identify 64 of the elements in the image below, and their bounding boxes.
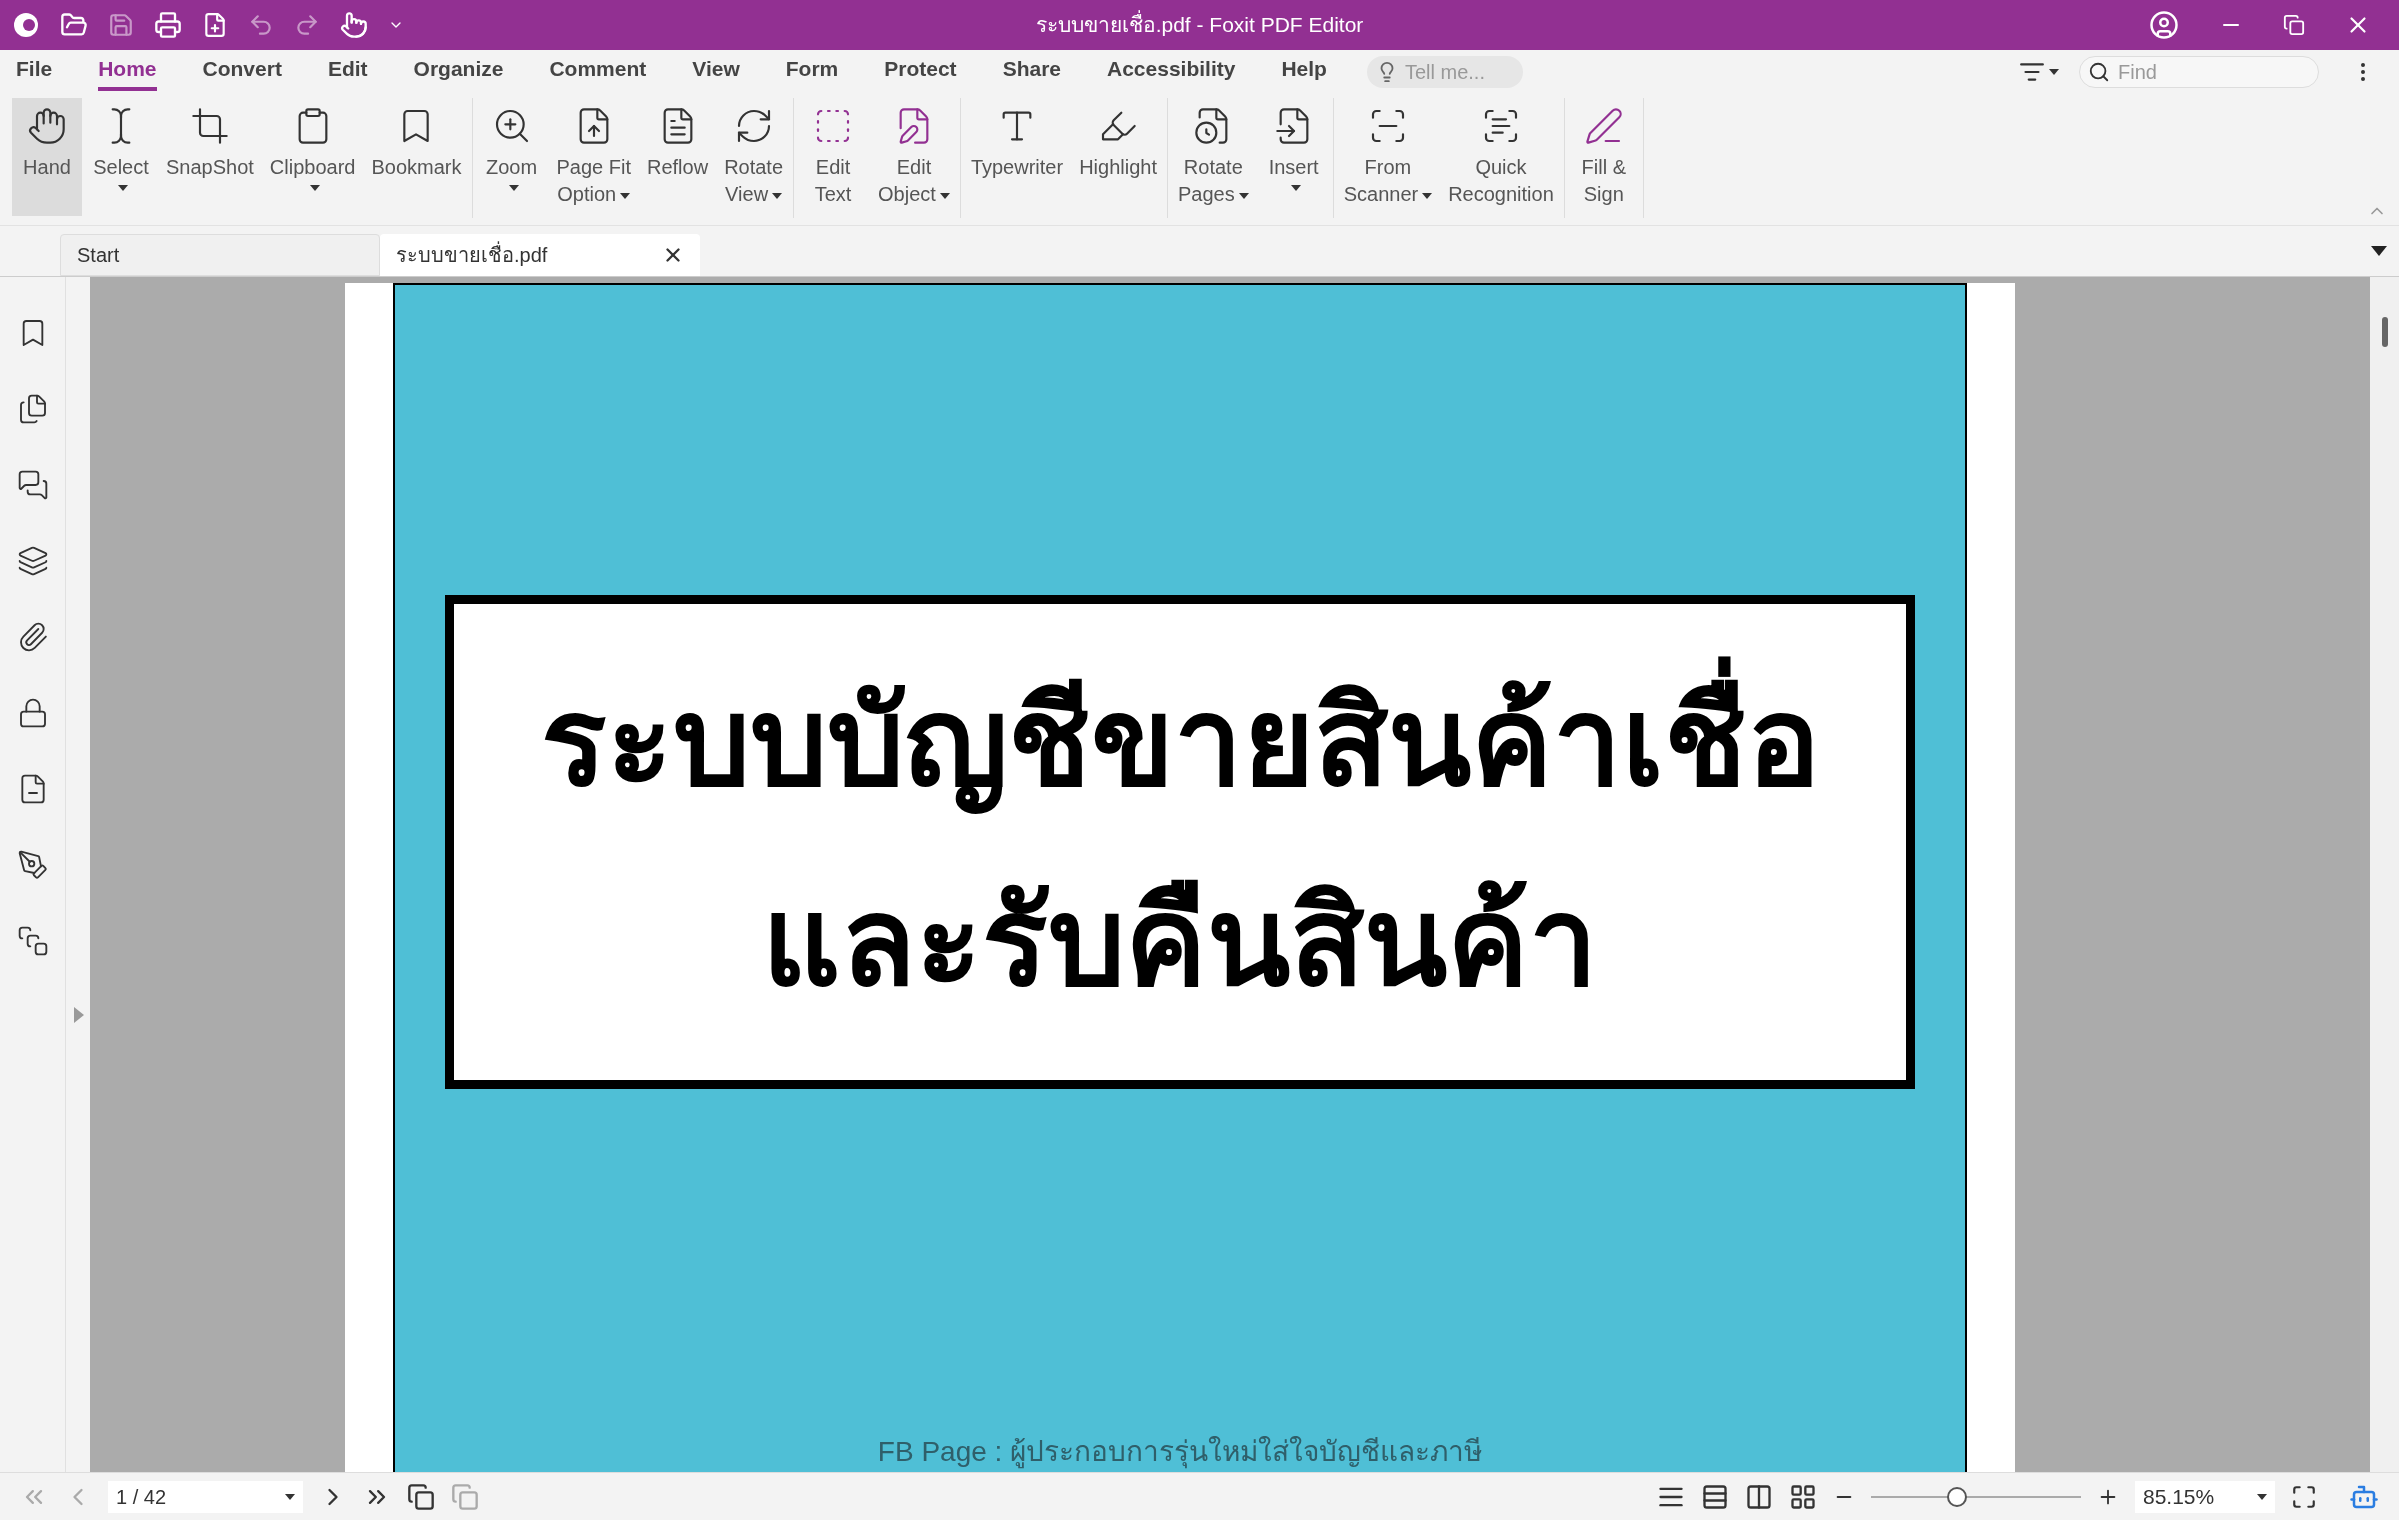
document-tab[interactable]: Start	[60, 234, 380, 276]
ribbon-button[interactable]: Rotate View	[718, 98, 790, 216]
slide-footer: FB Page : ผู้ประกอบการรุ่นใหม่ใส่ใจบัญชีและภาษี	[877, 1431, 1483, 1472]
ribbon-button[interactable]: SnapShot	[160, 98, 260, 216]
ribbon-button[interactable]: Quick Recognition	[1442, 98, 1560, 216]
slide-title: และรับคืนสินค้า	[762, 873, 1598, 1012]
continuous-page-icon[interactable]	[1701, 1482, 1729, 1511]
app-logo-icon[interactable]	[12, 11, 40, 39]
menu-tab[interactable]: Share	[1002, 53, 1061, 91]
menu-tab[interactable]: Convert	[202, 53, 282, 91]
pen-icon[interactable]	[16, 849, 49, 881]
restore-icon[interactable]	[2283, 14, 2305, 36]
menu-tab[interactable]: Comment	[549, 53, 647, 91]
menu-tab[interactable]: Organize	[413, 53, 504, 91]
ribbon-button[interactable]: Page Fit Option	[550, 98, 637, 216]
menu-tab[interactable]: View	[692, 53, 740, 91]
new-file-icon[interactable]	[202, 12, 228, 38]
comments-icon[interactable]	[16, 469, 49, 501]
expand-panel-icon[interactable]	[74, 1006, 84, 1023]
caret-icon	[2257, 1493, 2267, 1500]
facing-pages-icon[interactable]	[1745, 1482, 1773, 1511]
menu-tab[interactable]: Protect	[884, 53, 957, 91]
menu-tab[interactable]: File	[16, 53, 53, 91]
ribbon-button[interactable]: Bookmark	[365, 98, 468, 216]
continuous-facing-icon[interactable]	[1789, 1482, 1817, 1511]
pen-icon	[1583, 106, 1624, 146]
previous-view-icon[interactable]	[407, 1482, 435, 1511]
print-icon[interactable]	[154, 11, 182, 39]
tell-me-field[interactable]: Tell me...	[1366, 56, 1523, 88]
caret-icon	[285, 1493, 295, 1500]
ribbon-button[interactable]: Reflow	[641, 98, 715, 216]
zoom-slider-thumb[interactable]	[1947, 1486, 1968, 1507]
zoom-field[interactable]: 85.15%	[2135, 1480, 2275, 1513]
ribbon-button[interactable]: Edit Object	[872, 98, 956, 216]
ribbon-button[interactable]: Hand	[12, 98, 82, 216]
ribbon-button[interactable]: Select	[86, 98, 156, 216]
hand-pointer-icon[interactable]	[340, 11, 368, 39]
search-icon	[2088, 61, 2110, 83]
menu-tab[interactable]: Accessibility	[1107, 53, 1236, 91]
document-tab[interactable]: ระบบขายเชื่อ.pdf	[380, 234, 700, 276]
menu-tab[interactable]: Form	[785, 53, 839, 91]
ribbon-button[interactable]: Typewriter	[964, 98, 1070, 216]
page-number-field[interactable]: 1 / 42	[108, 1480, 303, 1513]
ribbon-button[interactable]: Insert	[1258, 98, 1329, 216]
stacked-pages-icon[interactable]	[16, 925, 49, 957]
layers-icon[interactable]	[16, 545, 49, 577]
ribbon-button[interactable]: From Scanner	[1337, 98, 1439, 216]
caret-icon	[2049, 69, 2059, 75]
crop-icon	[189, 106, 230, 146]
ribbon-button[interactable]: Rotate Pages	[1171, 98, 1255, 216]
menu-tab[interactable]: Home	[98, 53, 157, 91]
menu-tab[interactable]: Edit	[327, 53, 368, 91]
find-field[interactable]: Find	[2079, 56, 2319, 88]
ribbon-button[interactable]: Clipboard	[263, 98, 362, 216]
tab-list-caret-icon[interactable]	[2371, 246, 2387, 256]
ribbon-button[interactable]: Highlight	[1073, 98, 1163, 216]
account-icon[interactable]	[2149, 10, 2179, 40]
menu-tab[interactable]: Help	[1281, 53, 1327, 91]
hand-icon	[27, 106, 67, 146]
ribbon-button[interactable]: Edit Text	[798, 98, 869, 216]
slide-title: ระบบบัญชีขายสินค้าเชื่อ	[540, 642, 1820, 842]
ribbon-button[interactable]: Zoom	[476, 98, 547, 216]
full-screen-icon[interactable]	[2291, 1483, 2317, 1510]
ribbon-button[interactable]: Fill & Sign	[1568, 98, 1639, 216]
